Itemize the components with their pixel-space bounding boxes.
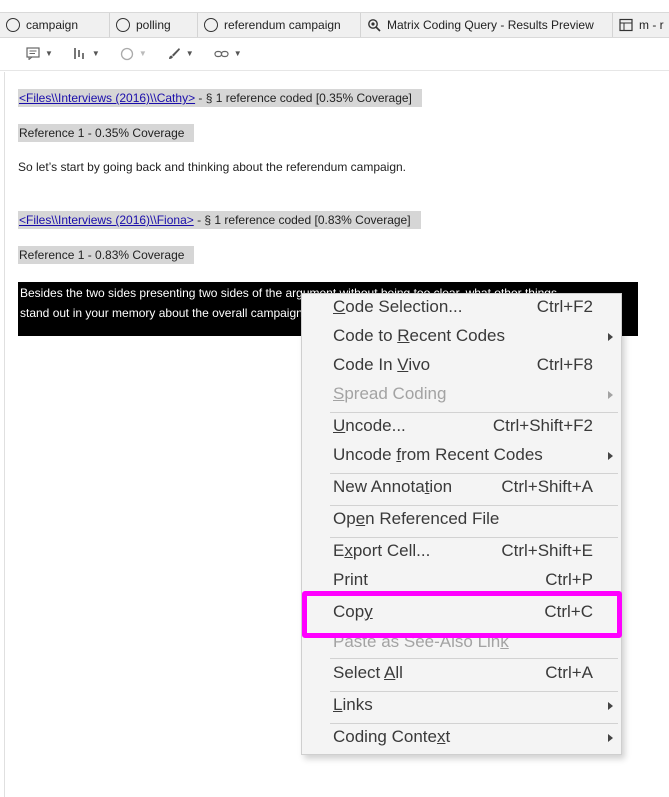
coding-stripes-icon bbox=[73, 47, 87, 60]
annotation-icon bbox=[26, 47, 40, 60]
node-ring-icon bbox=[6, 18, 20, 32]
highlight-dropdown[interactable]: ▼ bbox=[120, 47, 147, 61]
menu-item-label: New Annotation bbox=[333, 477, 453, 496]
menu-separator bbox=[330, 691, 618, 692]
menu-shortcut: Ctrl+P bbox=[545, 570, 593, 589]
menu-item-links[interactable]: Links bbox=[302, 693, 621, 722]
menu-item-export-cell[interactable]: Export Cell... Ctrl+Shift+E bbox=[302, 539, 621, 568]
submenu-arrow-icon bbox=[608, 734, 613, 742]
reference-coverage-cathy: Reference 1 - 0.35% Coverage bbox=[18, 124, 195, 142]
tab-matrix-results[interactable]: m - r bbox=[613, 13, 669, 37]
menu-item-code-to-recent-codes[interactable]: Code to Recent Codes bbox=[302, 324, 621, 353]
highlight-circle-icon bbox=[120, 47, 134, 61]
menu-item-label: Export Cell... bbox=[333, 541, 431, 560]
matrix-table-icon bbox=[619, 18, 633, 32]
coverage-label: Reference 1 - 0.35% Coverage bbox=[18, 124, 195, 142]
menu-item-coding-context[interactable]: Coding Context bbox=[302, 725, 621, 754]
reference-header-cathy: <Files\\Interviews (2016)\\Cathy> - § 1 … bbox=[18, 89, 422, 107]
menu-item-new-annotation[interactable]: New Annotation Ctrl+Shift+A bbox=[302, 475, 621, 504]
link-icon bbox=[214, 49, 229, 59]
menu-shortcut: Ctrl+Shift+E bbox=[501, 541, 593, 560]
node-ring-icon bbox=[204, 18, 218, 32]
detail-view-toolbar: ▼ ▼ ▼ ▼ ▼ bbox=[0, 37, 669, 71]
chevron-down-icon: ▼ bbox=[138, 49, 147, 58]
reference-summary: - § 1 reference coded [0.83% Coverage] bbox=[193, 213, 411, 227]
menu-separator bbox=[330, 412, 618, 413]
menu-separator bbox=[330, 723, 618, 724]
menu-separator bbox=[330, 658, 618, 659]
context-menu: Code Selection... Ctrl+F2 Code to Recent… bbox=[301, 293, 622, 755]
submenu-arrow-icon bbox=[608, 391, 613, 399]
menu-item-label: Code In Vivo bbox=[333, 355, 431, 374]
menu-shortcut: Ctrl+A bbox=[545, 663, 593, 682]
tab-label: polling bbox=[136, 18, 171, 32]
menu-item-uncode[interactable]: Uncode... Ctrl+Shift+F2 bbox=[302, 414, 621, 443]
tab-polling[interactable]: polling bbox=[110, 13, 198, 37]
copy-highlight-box bbox=[302, 591, 622, 638]
menu-item-label: Print bbox=[333, 570, 368, 589]
links-dropdown[interactable]: ▼ bbox=[214, 49, 242, 59]
menu-item-label: Select All bbox=[333, 663, 403, 682]
menu-shortcut: Ctrl+Shift+A bbox=[501, 477, 593, 496]
reference-text-cathy: So let’s start by going back and thinkin… bbox=[18, 160, 407, 174]
highlight-brush-dropdown[interactable]: ▼ bbox=[167, 47, 194, 60]
menu-item-select-all[interactable]: Select All Ctrl+A bbox=[302, 661, 621, 690]
file-link-fiona[interactable]: <Files\\Interviews (2016)\\Fiona> bbox=[19, 213, 194, 227]
chevron-down-icon: ▼ bbox=[185, 49, 194, 58]
tab-label: Matrix Coding Query - Results Preview bbox=[387, 18, 594, 32]
reference-coverage-fiona: Reference 1 - 0.83% Coverage bbox=[18, 246, 195, 264]
reference-header-fiona: <Files\\Interviews (2016)\\Fiona> - § 1 … bbox=[18, 211, 421, 229]
menu-item-open-referenced-file[interactable]: Open Referenced File bbox=[302, 507, 621, 536]
document-tab-strip: campaign polling referendum campaign Mat… bbox=[0, 12, 669, 38]
menu-item-code-in-vivo[interactable]: Code In Vivo Ctrl+F8 bbox=[302, 353, 621, 382]
menu-item-label: Uncode from Recent Codes bbox=[333, 445, 543, 464]
tab-label: referendum campaign bbox=[224, 18, 341, 32]
menu-separator bbox=[330, 537, 618, 538]
tab-label: campaign bbox=[26, 18, 79, 32]
tab-matrix-coding-query[interactable]: Matrix Coding Query - Results Preview bbox=[361, 13, 613, 37]
brush-icon bbox=[167, 47, 181, 60]
query-magnifier-icon bbox=[367, 18, 381, 32]
menu-item-label: Code to Recent Codes bbox=[333, 326, 505, 345]
selected-text-line: stand out in your memory about the overa… bbox=[20, 306, 302, 320]
file-link-cathy[interactable]: <Files\\Interviews (2016)\\Cathy> bbox=[19, 91, 195, 105]
chevron-down-icon: ▼ bbox=[45, 49, 53, 58]
tab-campaign[interactable]: campaign bbox=[0, 13, 110, 37]
reference-summary: - § 1 reference coded [0.35% Coverage] bbox=[195, 91, 412, 105]
annotation-dropdown[interactable]: ▼ bbox=[26, 47, 53, 60]
menu-item-uncode-from-recent-codes[interactable]: Uncode from Recent Codes bbox=[302, 443, 621, 472]
menu-item-code-selection[interactable]: Code Selection... Ctrl+F2 bbox=[302, 295, 621, 324]
menu-shortcut: Ctrl+F2 bbox=[536, 297, 593, 316]
submenu-arrow-icon bbox=[608, 333, 613, 341]
menu-item-label: Links bbox=[333, 695, 373, 714]
menu-shortcut: Ctrl+F8 bbox=[536, 355, 593, 374]
coding-stripes-dropdown[interactable]: ▼ bbox=[73, 47, 100, 60]
menu-item-spread-coding: Spread Coding bbox=[302, 382, 621, 411]
submenu-arrow-icon bbox=[608, 702, 613, 710]
tab-referendum-campaign[interactable]: referendum campaign bbox=[198, 13, 361, 37]
menu-separator bbox=[330, 505, 618, 506]
chevron-down-icon: ▼ bbox=[233, 49, 242, 58]
chevron-down-icon: ▼ bbox=[91, 49, 100, 58]
menu-item-label: Open Referenced File bbox=[333, 509, 500, 528]
menu-item-label: Code Selection... bbox=[333, 297, 463, 316]
menu-item-label: Uncode... bbox=[333, 416, 406, 435]
submenu-arrow-icon bbox=[608, 452, 613, 460]
menu-item-label: Coding Context bbox=[333, 727, 451, 746]
node-ring-icon bbox=[116, 18, 130, 32]
tab-label: m - r bbox=[639, 18, 664, 32]
menu-item-label: Spread Coding bbox=[333, 384, 447, 403]
menu-separator bbox=[330, 473, 618, 474]
content-left-border bbox=[4, 72, 5, 797]
menu-shortcut: Ctrl+Shift+F2 bbox=[492, 416, 593, 435]
coverage-label: Reference 1 - 0.83% Coverage bbox=[18, 246, 195, 264]
